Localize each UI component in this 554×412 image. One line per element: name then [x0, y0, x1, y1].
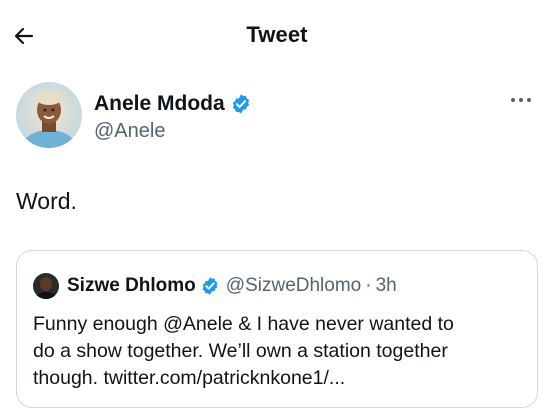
verified-badge-icon [232, 94, 249, 114]
tweet-author: Anele Mdoda @Anele [16, 82, 538, 152]
author-handle[interactable]: @Anele [94, 120, 165, 143]
quoted-timestamp[interactable]: 3h [376, 275, 397, 297]
author-name[interactable]: Anele Mdoda [94, 92, 225, 116]
quoted-text-line: Funny enough @Anele & I have never wante… [33, 313, 454, 335]
top-bar: Tweet [0, 0, 554, 72]
more-options-button[interactable] [508, 92, 534, 108]
quoted-tweet-text: Funny enough @Anele & I have never wante… [33, 311, 528, 392]
page-title: Tweet [246, 22, 308, 47]
quoted-author-handle[interactable]: @SizweDhlomo [226, 275, 361, 297]
tweet-text: Word. [16, 188, 77, 214]
quoted-author-name[interactable]: Sizwe Dhlomo [67, 275, 196, 297]
quoted-tweet-card[interactable]: Sizwe Dhlomo @SizweDhlomo · 3h Funny eno… [16, 250, 538, 408]
ellipsis-icon [511, 98, 531, 102]
separator-dot: · [365, 275, 372, 296]
quoted-text-line: do a show together. We’ll own a station … [33, 340, 448, 362]
verified-badge-icon [202, 277, 218, 295]
quoted-author-avatar[interactable] [33, 273, 59, 299]
quoted-text-line: though. twitter.com/patricknkone1/... [33, 367, 346, 389]
author-avatar[interactable] [16, 82, 82, 148]
